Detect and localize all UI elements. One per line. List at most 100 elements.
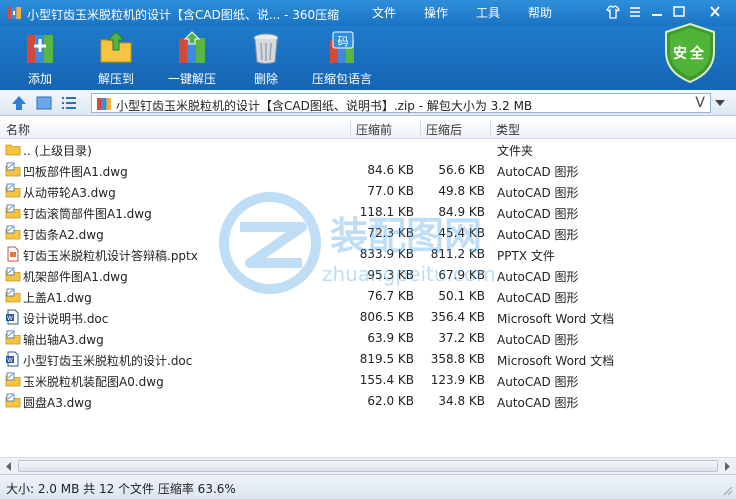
- file-row[interactable]: 机架部件图A1.dwg 95.3 KB 67.9 KB AutoCAD 图形: [0, 265, 736, 286]
- file-row[interactable]: 圆盘A3.dwg 62.0 KB 34.8 KB AutoCAD 图形: [0, 391, 736, 412]
- file-name: 圆盘A3.dwg: [23, 396, 92, 410]
- column-uncompressed[interactable]: 压缩后: [426, 121, 462, 138]
- menu-list-icon[interactable]: [626, 4, 644, 20]
- file-size-before: 819.5 KB: [359, 352, 414, 366]
- security-shield-button[interactable]: 安全: [662, 22, 718, 84]
- language-glyph: 码: [338, 35, 349, 48]
- address-field[interactable]: 小型钉齿玉米脱粒机的设计【含CAD图纸、说明书】.zip - 解包大小为 3.2…: [91, 93, 711, 113]
- menu-help[interactable]: 帮助: [528, 4, 552, 21]
- scrollbar-thumb[interactable]: [18, 460, 718, 472]
- file-row[interactable]: 钉齿滚筒部件图A1.dwg 118.1 KB 84.9 KB AutoCAD 图形: [0, 202, 736, 223]
- file-row[interactable]: 从动带轮A3.dwg 77.0 KB 49.8 KB AutoCAD 图形: [0, 181, 736, 202]
- maximize-icon[interactable]: [670, 4, 688, 20]
- window-title: 小型钉齿玉米脱粒机的设计【含CAD图纸、说... - 360压缩: [27, 8, 340, 22]
- file-name: 小型钉齿玉米脱粒机的设计.doc: [23, 354, 193, 368]
- file-size-before: 76.7 KB: [367, 289, 414, 303]
- file-size-after: 50.1 KB: [438, 289, 485, 303]
- file-size-before: 62.0 KB: [367, 394, 414, 408]
- column-name[interactable]: 名称: [6, 121, 30, 138]
- file-size-after: 49.8 KB: [438, 184, 485, 198]
- file-type: AutoCAD 图形: [497, 333, 579, 347]
- column-separator[interactable]: [350, 120, 351, 136]
- file-name: 从动带轮A3.dwg: [23, 186, 116, 200]
- extract-folder-icon: [100, 31, 132, 63]
- thumbnail-view-icon[interactable]: [35, 94, 53, 112]
- file-type: AutoCAD 图形: [497, 228, 579, 242]
- file-type: AutoCAD 图形: [497, 375, 579, 389]
- file-row[interactable]: 凹板部件图A1.dwg 84.6 KB 56.6 KB AutoCAD 图形: [0, 160, 736, 181]
- address-history-button[interactable]: V: [695, 95, 705, 111]
- address-bar: 小型钉齿玉米脱粒机的设计【含CAD图纸、说明书】.zip - 解包大小为 3.2…: [0, 90, 736, 116]
- horizontal-scrollbar[interactable]: [0, 457, 736, 474]
- dwg-file-icon: [5, 225, 21, 240]
- file-row[interactable]: 上盖A1.dwg 76.7 KB 50.1 KB AutoCAD 图形: [0, 286, 736, 307]
- one-click-extract-label: 一键解压: [167, 72, 216, 86]
- file-size-after: 123.9 KB: [430, 373, 485, 387]
- file-size-after: 34.8 KB: [438, 394, 485, 408]
- file-row[interactable]: W 设计说明书.doc 806.5 KB 356.4 KB Microsoft Word…: [0, 307, 736, 328]
- file-row[interactable]: 输出轴A3.dwg 63.9 KB 37.2 KB AutoCAD 图形: [0, 328, 736, 349]
- dwg-file-icon: [5, 288, 21, 303]
- dwg-file-icon: [5, 267, 21, 282]
- file-size-before: 63.9 KB: [367, 331, 414, 345]
- file-name: 设计说明书.doc: [23, 312, 109, 326]
- file-name: 钉齿玉米脱粒机设计答辩稿.pptx: [23, 249, 198, 263]
- add-books-icon: [27, 35, 53, 63]
- close-icon[interactable]: [706, 4, 724, 20]
- delete-label: 删除: [253, 72, 278, 86]
- skin-shirt-icon[interactable]: [604, 4, 622, 20]
- file-size-after: 358.8 KB: [430, 352, 485, 366]
- file-type: 文件夹: [497, 144, 534, 158]
- file-row[interactable]: 钉齿条A2.dwg 72.3 KB 45.4 KB AutoCAD 图形: [0, 223, 736, 244]
- file-size-before: 118.1 KB: [359, 205, 414, 219]
- archive-language-button[interactable]: 码 压缩包语言: [310, 28, 374, 88]
- svg-text:W: W: [7, 315, 13, 322]
- folder-icon: [5, 144, 21, 156]
- delete-button[interactable]: 删除: [244, 28, 288, 88]
- menu-file[interactable]: 文件: [372, 4, 396, 21]
- scroll-right-icon[interactable]: [719, 459, 735, 474]
- one-click-extract-icon: [179, 31, 205, 63]
- add-label: 添加: [27, 72, 52, 86]
- menu-tools[interactable]: 工具: [476, 4, 500, 21]
- file-size-after: 45.4 KB: [438, 226, 485, 240]
- file-row[interactable]: W 小型钉齿玉米脱粒机的设计.doc 819.5 KB 358.8 KB Microso…: [0, 349, 736, 370]
- file-name: 玉米脱粒机装配图A0.dwg: [23, 375, 164, 389]
- column-compressed[interactable]: 压缩前: [356, 121, 392, 138]
- file-list-header: 名称 压缩前 压缩后 类型: [0, 117, 736, 139]
- extract-to-button[interactable]: 解压到: [94, 28, 138, 88]
- status-text: 大小: 2.0 MB 共 12 个文件 压缩率 63.6%: [6, 482, 236, 496]
- column-separator[interactable]: [420, 120, 421, 136]
- file-row[interactable]: 玉米脱粒机装配图A0.dwg 155.4 KB 123.9 KB AutoCAD 图形: [0, 370, 736, 391]
- file-size-before: 155.4 KB: [359, 373, 414, 387]
- list-view-icon[interactable]: [60, 94, 78, 112]
- file-row[interactable]: .. (上级目录) 文件夹: [0, 139, 736, 160]
- file-size-after: 811.2 KB: [430, 247, 485, 261]
- file-list[interactable]: .. (上级目录) 文件夹 凹板部件图A1.dwg 84.6 KB 56.6 KB Aut…: [0, 139, 736, 455]
- file-name: 钉齿滚筒部件图A1.dwg: [23, 207, 152, 221]
- dwg-file-icon: [5, 162, 21, 177]
- one-click-extract-button[interactable]: 一键解压: [166, 28, 218, 88]
- file-size-after: 67.9 KB: [438, 268, 485, 282]
- file-name: 机架部件图A1.dwg: [23, 270, 128, 284]
- extract-to-label: 解压到: [97, 72, 134, 86]
- chevron-down-icon[interactable]: [713, 98, 727, 108]
- minimize-icon[interactable]: [648, 4, 666, 20]
- up-arrow-icon[interactable]: [10, 94, 28, 112]
- file-size-before: 833.9 KB: [359, 247, 414, 261]
- file-type: PPTX 文件: [497, 249, 555, 263]
- toolbar: 添加 解压到 一键解压 删除 码 压缩包语言: [0, 26, 736, 90]
- column-separator[interactable]: [490, 120, 491, 136]
- file-row[interactable]: 钉齿玉米脱粒机设计答辩稿.pptx 833.9 KB 811.2 KB PPTX 文件: [0, 244, 736, 265]
- file-size-after: 84.9 KB: [438, 205, 485, 219]
- menu-operation[interactable]: 操作: [424, 4, 448, 21]
- archive-file-icon: [97, 98, 111, 110]
- scroll-left-icon[interactable]: [1, 459, 17, 474]
- file-name: 钉齿条A2.dwg: [23, 228, 104, 242]
- column-type[interactable]: 类型: [496, 121, 520, 138]
- file-type: AutoCAD 图形: [497, 270, 579, 284]
- file-size-after: 37.2 KB: [438, 331, 485, 345]
- resize-grip-icon[interactable]: [721, 484, 733, 496]
- file-type: AutoCAD 图形: [497, 291, 579, 305]
- add-button[interactable]: 添加: [18, 28, 62, 88]
